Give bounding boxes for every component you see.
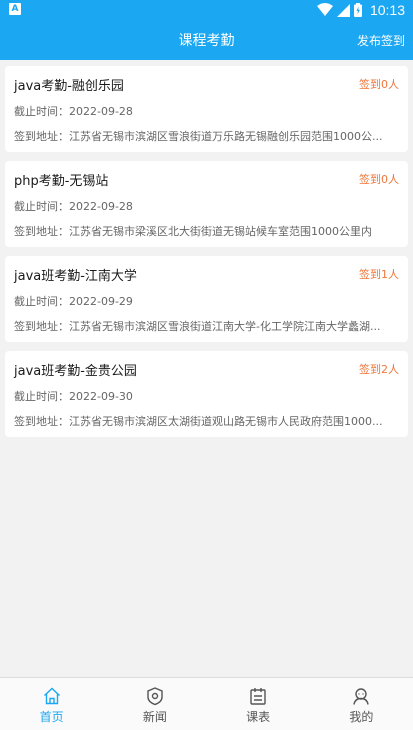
card-address: 签到地址：江苏省无锡市滨湖区雪浪街道万乐路无锡融创乐园范围1000公... [14, 130, 383, 143]
tab-news[interactable]: 新闻 [103, 678, 206, 730]
checkin-count: 签到1人 [359, 268, 399, 281]
card-deadline: 截止时间：2022-09-30 [14, 390, 133, 403]
checkin-count: 签到0人 [359, 173, 399, 186]
status-time: 10:13 [369, 2, 405, 18]
card-address: 签到地址：江苏省无锡市滨湖区太湖街道观山路无锡市人民政府范围1000... [14, 415, 383, 428]
attendance-card[interactable]: java班考勤-金贵公园 签到2人 截止时间：2022-09-30 签到地址：江… [5, 351, 408, 437]
tab-label-schedule: 课表 [246, 710, 271, 724]
checkin-count: 签到2人 [359, 363, 399, 376]
tab-schedule[interactable]: 课表 [207, 678, 310, 730]
battery-icon [353, 3, 362, 17]
card-title: java班考勤-江南大学 [14, 269, 137, 284]
checkin-count: 签到0人 [359, 78, 399, 91]
tab-home[interactable]: 首页 [0, 678, 103, 730]
attendance-card[interactable]: java班考勤-江南大学 签到1人 截止时间：2022-09-29 签到地址：江… [5, 256, 408, 342]
tab-profile[interactable]: 我的 [310, 678, 413, 730]
home-icon [43, 687, 60, 705]
tab-label-home: 首页 [39, 710, 64, 724]
card-title: php考勤-无锡站 [14, 174, 109, 189]
attendance-card[interactable]: php考勤-无锡站 签到0人 截止时间：2022-09-28 签到地址：江苏省无… [5, 161, 408, 247]
card-title: java班考勤-金贵公园 [14, 364, 137, 379]
wifi-icon [316, 3, 333, 16]
card-deadline: 截止时间：2022-09-28 [14, 105, 133, 118]
attendance-list: java考勤-融创乐园 签到0人 截止时间：2022-09-28 签到地址：江苏… [5, 66, 408, 446]
notification-icon: A [9, 3, 21, 15]
schedule-icon [250, 688, 266, 705]
page-title: 课程考勤 [178, 33, 235, 49]
profile-icon [353, 688, 370, 705]
signal-icon [336, 3, 350, 17]
card-deadline: 截止时间：2022-09-28 [14, 200, 133, 213]
card-address: 签到地址：江苏省无锡市梁溪区北大街街道无锡站候车室范围1000公里内 [14, 225, 372, 238]
tab-label-news: 新闻 [142, 710, 167, 724]
status-bar: A 10:13 [0, 0, 413, 20]
attendance-card[interactable]: java考勤-融创乐园 签到0人 截止时间：2022-09-28 签到地址：江苏… [5, 66, 408, 152]
news-icon [147, 687, 163, 706]
tab-label-profile: 我的 [349, 710, 374, 724]
card-deadline: 截止时间：2022-09-29 [14, 295, 133, 308]
publish-checkin-button[interactable]: 发布签到 [357, 20, 405, 60]
bottom-tab-bar: 首页 新闻 课表 我的 [0, 677, 413, 730]
app-bar: 课程考勤 发布签到 [0, 20, 413, 60]
card-title: java考勤-融创乐园 [14, 79, 124, 94]
card-address: 签到地址：江苏省无锡市滨湖区雪浪街道江南大学-化工学院江南大学蠡湖... [14, 320, 381, 333]
status-icons: 10:13 [316, 0, 405, 20]
